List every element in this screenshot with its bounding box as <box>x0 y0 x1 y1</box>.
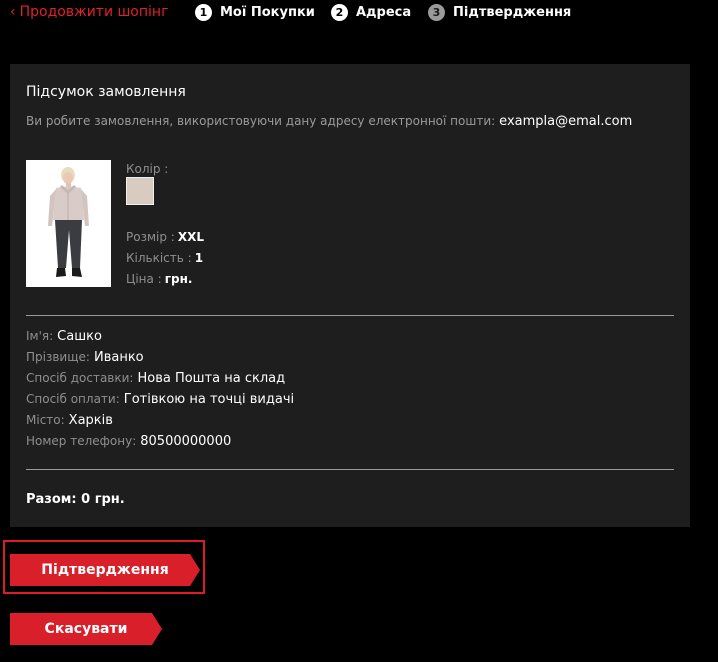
payment-row: Спосіб оплати: Готівкою на точці видачі <box>26 392 294 407</box>
email-note: Ви робите замовлення, використовуючи дан… <box>26 114 632 129</box>
delivery-label: Спосіб доставки: <box>26 371 134 385</box>
price-label: Ціна : <box>126 272 162 286</box>
delivery-row: Спосіб доставки: Нова Пошта на склад <box>26 371 285 386</box>
name-row: Ім'я: Сашко <box>26 329 102 344</box>
order-summary-panel: Підсумок замовлення Ви робите замовлення… <box>10 64 690 527</box>
step-number: 3 <box>428 3 445 21</box>
size-label: Розмір : <box>126 230 175 244</box>
step-label: Адреса <box>356 4 412 20</box>
confirm-button[interactable]: Підтвердження <box>10 554 200 586</box>
customer-email: exampla@emal.com <box>499 114 633 129</box>
email-note-text: Ви робите замовлення, використовуючи дан… <box>26 114 496 128</box>
order-summary-title: Підсумок замовлення <box>26 84 186 100</box>
color-label: Колір : <box>126 162 169 176</box>
phone-value: 80500000000 <box>140 434 232 449</box>
size-value: XXL <box>177 230 204 244</box>
order-total: Разом: 0 грн. <box>26 492 125 507</box>
quantity-row: Кількість :1 <box>126 251 203 265</box>
cancel-button[interactable]: Скасувати <box>10 613 162 645</box>
phone-label: Номер телефону: <box>26 434 137 448</box>
checkout-page: ‹ Продовжити шопінг 1 Мої Покупки 2 Адрес… <box>0 0 718 662</box>
surname-value: Иванко <box>93 350 144 365</box>
confirm-button-label: Підтвердження <box>41 562 169 578</box>
step-label: Мої Покупки <box>220 4 315 20</box>
step-address[interactable]: 2 Адреса <box>331 3 411 21</box>
product-image <box>26 160 111 287</box>
continue-shopping-label: Продовжити шопінг <box>19 4 169 20</box>
city-label: Місто: <box>26 413 65 427</box>
quantity-label: Кількість : <box>126 251 192 265</box>
delivery-value: Нова Пошта на склад <box>137 371 286 386</box>
city-value: Харків <box>68 413 113 428</box>
step-label: Підтвердження <box>453 4 572 20</box>
product-photo <box>26 160 111 287</box>
divider <box>26 469 674 470</box>
step-number: 2 <box>331 3 348 21</box>
phone-row: Номер телефону: 80500000000 <box>26 434 231 449</box>
chevron-left-icon: ‹ <box>10 4 16 20</box>
color-swatch <box>126 177 154 205</box>
continue-shopping-link[interactable]: ‹ Продовжити шопінг <box>10 3 168 21</box>
name-label: Ім'я: <box>26 329 54 343</box>
payment-label: Спосіб оплати: <box>26 392 120 406</box>
price-row: Ціна : грн. <box>126 272 192 286</box>
surname-label: Прізвище: <box>26 350 90 364</box>
step-number: 1 <box>195 3 212 21</box>
cancel-button-label: Скасувати <box>44 621 128 637</box>
divider <box>26 315 674 316</box>
surname-row: Прізвище: Иванко <box>26 350 144 365</box>
price-value: грн. <box>164 272 193 286</box>
size-row: Розмір : XXL <box>126 230 204 244</box>
quantity-value: 1 <box>194 251 204 265</box>
name-value: Сашко <box>57 329 102 344</box>
step-confirmation: 3 Підтвердження <box>428 3 571 21</box>
step-my-purchases[interactable]: 1 Мої Покупки <box>195 3 315 21</box>
payment-value: Готівкою на точці видачі <box>123 392 295 407</box>
city-row: Місто: Харків <box>26 413 113 428</box>
